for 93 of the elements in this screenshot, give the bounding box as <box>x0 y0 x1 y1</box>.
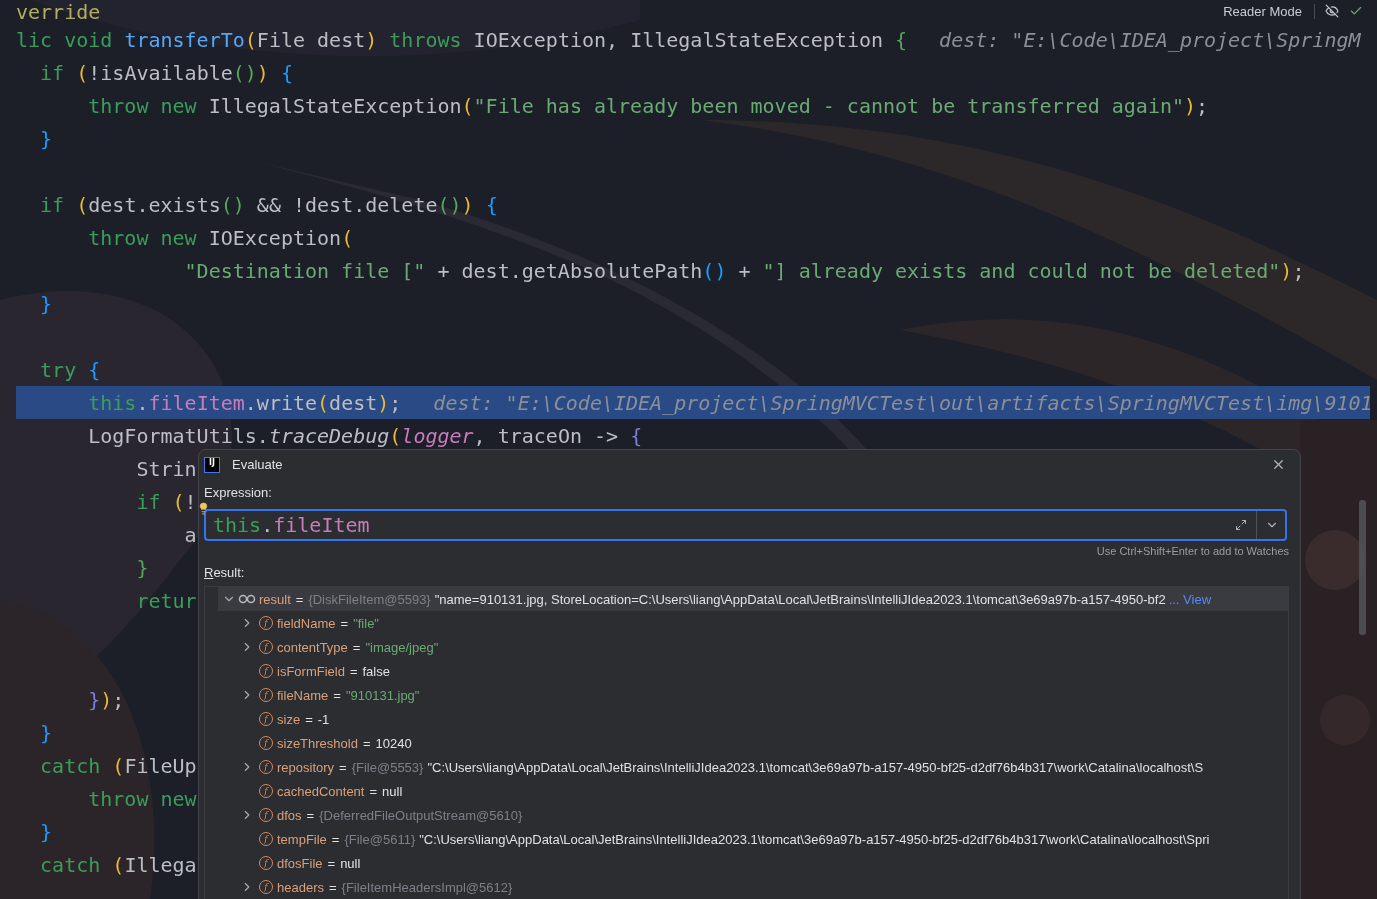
code-line: if (!isAvailable()) { <box>39 61 293 84</box>
code-line: a <box>183 523 197 546</box>
equals-sign: = <box>340 615 349 631</box>
object-reference: {FileItemHeadersImpl@5612} <box>341 879 513 895</box>
variable-name: isFormField <box>277 663 345 679</box>
variable-name: headers <box>277 879 324 895</box>
code-line: }); <box>87 688 125 711</box>
equals-sign: = <box>349 663 358 679</box>
inline-hint: dest: "E:\Code\IDEA_project\SpringM <box>939 26 1361 53</box>
object-reference: {File@5553} <box>351 759 424 775</box>
code-line: Strin <box>135 457 197 480</box>
scrollbar-thumb[interactable] <box>1359 500 1366 635</box>
variable-value: "910131.jpg" <box>345 687 420 703</box>
variable-value: 10240 <box>375 735 412 751</box>
diagonal-arrows-icon <box>1235 519 1247 531</box>
code-line: } <box>39 292 53 315</box>
lightbulb-icon[interactable] <box>197 502 210 515</box>
tree-row[interactable]: f headers = {FileItemHeadersImpl@5612} <box>218 875 1288 899</box>
variable-name: contentType <box>277 639 348 655</box>
tree-row[interactable]: f size = -1 <box>218 707 1288 731</box>
check-icon <box>1349 4 1363 18</box>
tree-row[interactable]: f sizeThreshold = 10240 <box>218 731 1288 755</box>
code-line: catch (FileUp <box>39 754 197 777</box>
object-reference: {DiskFileItem@5593} <box>308 591 431 607</box>
equals-sign: = <box>369 783 378 799</box>
object-reference: {File@5611} <box>344 831 416 847</box>
code-line: verride <box>16 0 101 23</box>
equals-sign: = <box>331 831 340 847</box>
code-line: throw new <box>87 787 197 810</box>
variable-value: "C:\Users\liang\AppData\Local\JetBrains\IntelliJIdea2023.1\tomcat\3e69a97b-a157-4950-bf25-d2df76b4b317\work\Catalina\localhost\Spri <box>419 831 1210 847</box>
variable-name: sizeThreshold <box>277 735 358 751</box>
code-line: } <box>135 556 149 579</box>
variable-value: null <box>382 783 403 799</box>
variable-value: "image/jpeg" <box>365 639 439 655</box>
tree-row[interactable]: f cachedContent = null <box>218 779 1288 803</box>
variable-value: false <box>362 663 390 679</box>
tree-row[interactable]: f dfos = {DeferredFileOutputStream@5610} <box>218 803 1288 827</box>
code-line: throw new IllegalStateException("File has already been moved - cannot be transferred again"); <box>87 94 1209 117</box>
code-line: } <box>39 820 53 843</box>
tree-row[interactable]: f fieldName = "file" <box>218 611 1288 635</box>
variable-value: -1 <box>317 711 330 727</box>
variable-value: "C:\Users\liang\AppData\Local\JetBrains\IntelliJIdea2023.1\tomcat\3e69a97b-a157-4950-bf25-d2df76b4b317\work\Catalina\localhost\S <box>427 759 1204 775</box>
equals-sign: = <box>339 759 347 775</box>
variable-name: size <box>277 711 301 727</box>
equals-sign: = <box>295 591 304 607</box>
code-line: LogFormatUtils.traceDebug(logger, traceOn -> { <box>87 424 643 447</box>
tree-row[interactable]: f repository = {File@5553} "C:\Users\liang\AppData\Local\JetBrains\IntelliJIdea2023.1\tomcat\3e69a97b-a157-4950-bf25-d2df76b4b317\work\Catalina\localhost\S <box>218 755 1288 779</box>
variable-name: cachedContent <box>277 783 365 799</box>
variable-name: fieldName <box>277 615 336 631</box>
code-line: "Destination file [" + dest.getAbsolutePath() + "] already exists and could not be deleted"); <box>183 259 1305 282</box>
variable-name: result <box>259 591 291 607</box>
tree-row[interactable]: f tempFile = {File@5611} "C:\Users\liang\AppData\Local\JetBrains\IntelliJIdea2023.1\tomcat\3e69a97b-a157-4950-bf25-d2df76b4b317\work\Catalina\localhost\Spri <box>218 827 1288 851</box>
code-line: lic void transferTo(File dest) throws IOException, IllegalStateException { <box>16 28 908 51</box>
code-line: if (dest.exists() && !dest.delete()) { <box>39 193 498 216</box>
tree-row[interactable]: f fileName = "910131.jpg" <box>218 683 1288 707</box>
code-line: try { <box>39 358 101 381</box>
tree-row[interactable]: f isFormField = false <box>218 659 1288 683</box>
variable-value: "file" <box>353 615 379 631</box>
reader-mode-label[interactable]: Reader Mode <box>1223 3 1315 19</box>
watch-hint: Use Ctrl+Shift+Enter to add to Watches <box>1095 544 1289 558</box>
variable-name: repository <box>277 759 335 775</box>
glasses-icon <box>238 594 256 604</box>
result-label: Result: <box>204 565 246 581</box>
expression-label: Expression: <box>204 485 273 501</box>
variable-value: null <box>340 855 361 871</box>
variable-name: tempFile <box>277 831 327 847</box>
variable-name: fileName <box>277 687 329 703</box>
object-reference: {DeferredFileOutputStream@5610} <box>319 807 523 823</box>
eye-off-icon[interactable] <box>1325 4 1339 18</box>
tree-row[interactable]: result = {DiskFileItem@5593} "name=910131.jpg, StoreLocation=C:\Users\liang\AppData\Local\JetBrains\IntelliJIdea2023.1\tomcat\3e69a97b-a157-4950-bf2 ... View <box>218 587 1288 611</box>
tree-row[interactable]: f contentType = "image/jpeg" <box>218 635 1288 659</box>
equals-sign: = <box>306 807 315 823</box>
code-line: } <box>39 127 53 150</box>
equals-sign: = <box>352 639 361 655</box>
code-line: if (! <box>135 490 197 513</box>
variable-name: dfos <box>277 807 302 823</box>
expression-field[interactable]: this.fileItem <box>204 509 1287 541</box>
equals-sign: = <box>329 879 337 895</box>
app-icon: IJ <box>204 456 220 473</box>
code-line: retur <box>135 589 197 612</box>
equals-sign: = <box>362 735 371 751</box>
code-line: throw new IOException( <box>87 226 354 249</box>
inline-hint: dest: "E:\Code\IDEA_project\SpringMVCTest\out\artifacts\SpringMVCTest\img\9101 <box>433 389 1373 416</box>
code-line: catch (Illega <box>39 853 197 876</box>
equals-sign: = <box>327 855 336 871</box>
dialog-title: Evaluate <box>232 457 284 472</box>
equals-sign: = <box>305 711 313 727</box>
variable-value: "name=910131.jpg, StoreLocation=C:\Users\liang\AppData\Local\JetBrains\IntelliJIdea2023.1\tomcat\3e69a97b-a157-4950-bf2 <box>434 591 1166 607</box>
tree-row[interactable]: f dfosFile = null <box>218 851 1288 875</box>
code-line: } <box>39 721 53 744</box>
code-line: this.fileItem.write(dest); <box>87 391 402 414</box>
equals-sign: = <box>333 687 341 703</box>
variable-name: dfosFile <box>277 855 323 871</box>
